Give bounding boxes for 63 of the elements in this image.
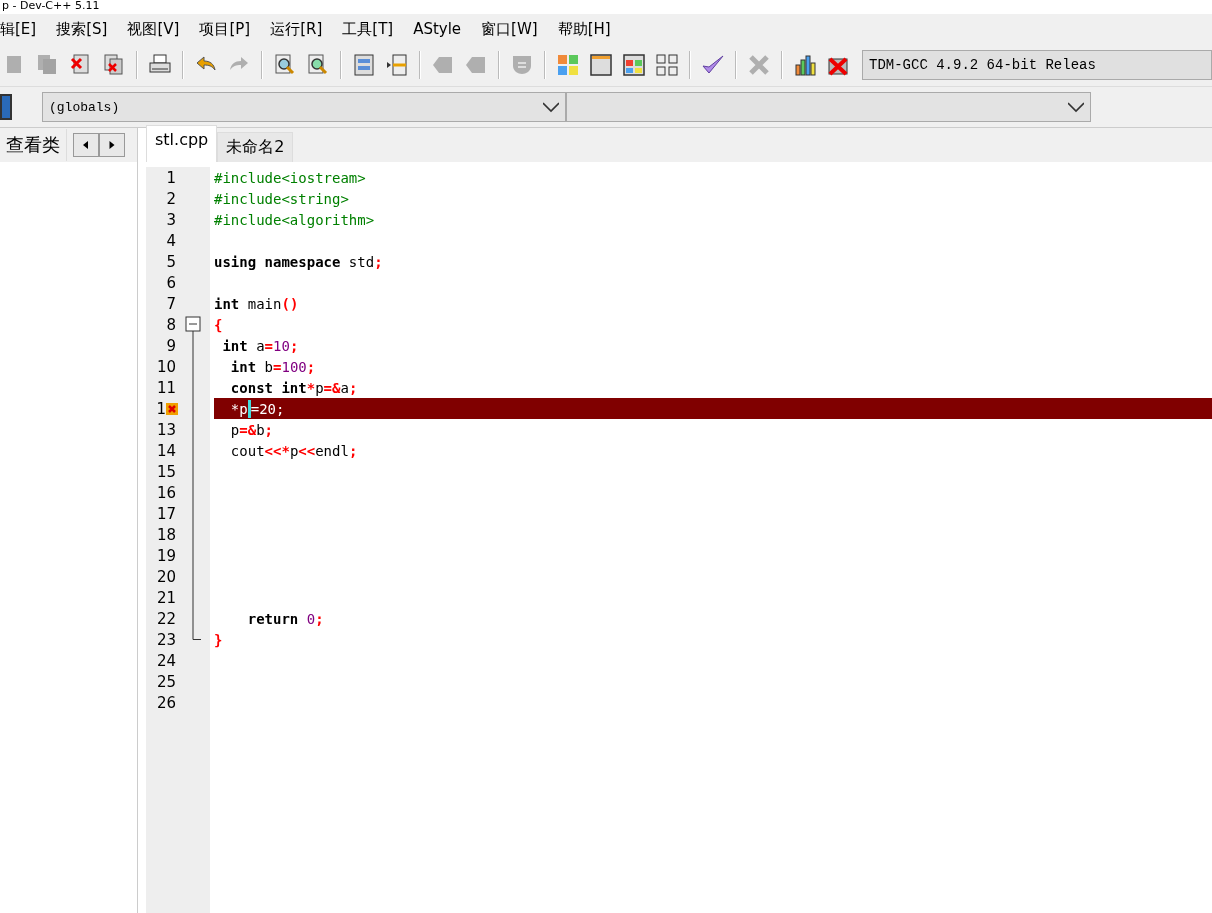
code-line: int b=100; [229, 357, 317, 377]
file-tab[interactable]: stl.cpp [146, 125, 218, 162]
code-line: using namespace std; [214, 252, 384, 272]
code-line: const int*p=&a; [229, 378, 359, 398]
line-number: 21 [156, 588, 176, 607]
line-number: 5 [166, 252, 176, 271]
line-number: 19 [156, 546, 176, 565]
line-number: 17 [156, 504, 176, 523]
menu-item[interactable]: 窗口[W] [471, 19, 548, 39]
triangle-left-icon [83, 141, 89, 149]
compiler-select[interactable]: TDM-GCC 4.9.2 64-bit Releas [862, 50, 1212, 80]
code-line: int main() [214, 294, 300, 314]
line-number: 6 [166, 273, 176, 292]
code-line: #include<iostream> [214, 168, 367, 188]
code-line: p=&b; [229, 420, 275, 440]
line-number: 23 [156, 630, 176, 649]
line-number: 14 [156, 441, 176, 460]
file-tab[interactable]: 未命名2 [217, 132, 294, 162]
line-number: 16 [156, 483, 176, 502]
menu-item[interactable]: 搜索[S] [46, 19, 118, 39]
line-number: 20 [156, 567, 176, 586]
line-number: 4 [166, 231, 176, 250]
class-icon[interactable] [0, 94, 12, 120]
chevron-down-icon [543, 99, 559, 115]
line-number: 7 [166, 294, 176, 313]
code-line: } [214, 630, 224, 650]
member-select[interactable] [566, 92, 1091, 122]
line-number: 25 [156, 672, 176, 691]
menu-item[interactable]: 运行[R] [260, 19, 333, 39]
menu-item[interactable]: 工具[T] [332, 19, 404, 39]
scope-select[interactable]: (globals) [42, 92, 566, 122]
line-number: 8 [166, 315, 176, 334]
line-number: 1 [156, 399, 166, 418]
line-number: 9 [166, 336, 176, 355]
line-number: 24 [156, 651, 176, 670]
line-number: 10 [156, 357, 176, 376]
scroll-left-button[interactable] [73, 133, 99, 157]
line-number: 2 [166, 189, 176, 208]
menu-item[interactable]: 辑[E] [0, 19, 47, 39]
code-line: int a=10; [221, 336, 300, 356]
line-number: 15 [156, 462, 176, 481]
line-number: 11 [156, 378, 176, 397]
line-number: 1 [166, 168, 176, 187]
line-number: 3 [166, 210, 176, 229]
line-number: 26 [156, 693, 176, 712]
code-line: return 0; [246, 609, 325, 629]
chevron-down-icon [1068, 99, 1084, 115]
menu-item[interactable]: AStyle [403, 20, 472, 38]
menu-item[interactable]: 项目[P] [189, 19, 261, 39]
menu-item[interactable]: 视图[V] [117, 19, 190, 39]
text-cursor [247, 399, 251, 418]
line-number: 18 [156, 525, 176, 544]
code-line: #include<string> [214, 189, 350, 209]
line-number: 22 [156, 609, 176, 628]
code-line: cout<<*p<<endl; [229, 441, 359, 461]
code-line: #include<algorithm> [214, 210, 376, 230]
scroll-right-button[interactable] [99, 133, 125, 157]
line-number: 13 [156, 420, 176, 439]
fold-toggle[interactable] [184, 314, 204, 335]
window-title: p - Dev-C++ 5.11 [1, 0, 101, 14]
code-line: { [214, 315, 224, 335]
menu-item[interactable]: 帮助[H] [547, 19, 621, 39]
triangle-right-icon [109, 141, 115, 149]
